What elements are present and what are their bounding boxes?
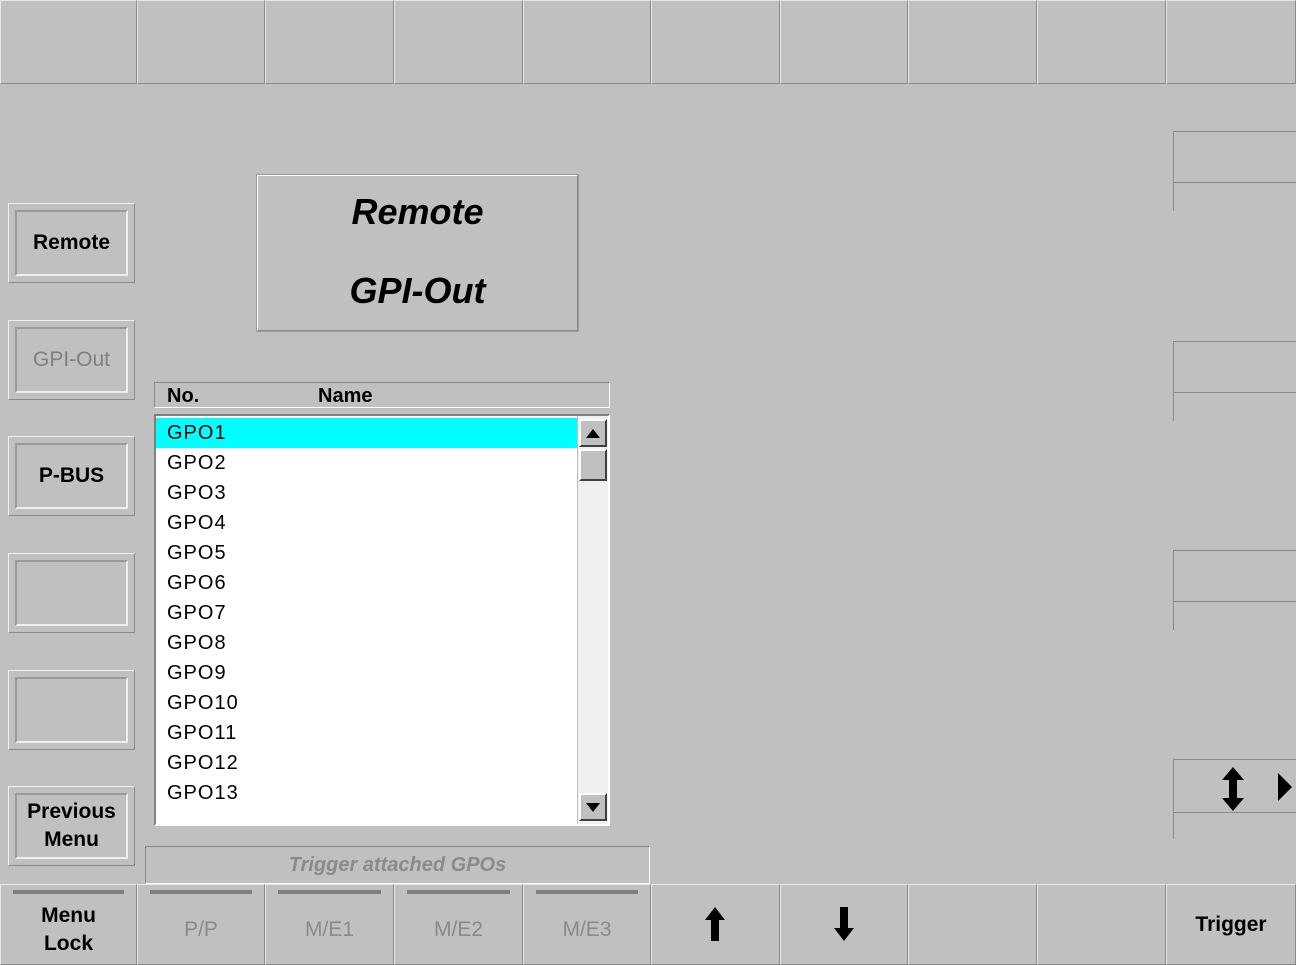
triangle-up-icon — [586, 428, 600, 438]
gpo-list[interactable]: GPO1 GPO2 GPO3 GPO4 GPO5 GPO6 GPO7 GPO8 … — [154, 414, 610, 826]
list-item[interactable]: GPO12 — [156, 748, 580, 778]
list-item[interactable]: GPO7 — [156, 598, 580, 628]
list-item[interactable]: GPO2 — [156, 448, 580, 478]
button-label: M/E1 — [304, 917, 354, 941]
top-button-8[interactable] — [908, 0, 1037, 84]
top-button-5[interactable] — [523, 0, 651, 84]
button-label: M/E3 — [562, 917, 612, 941]
me3-button[interactable]: M/E3 — [523, 884, 651, 965]
side-menu-label — [15, 560, 128, 626]
list-item[interactable]: GPO4 — [156, 508, 580, 538]
list-item[interactable]: GPO8 — [156, 628, 580, 658]
trigger-button[interactable]: Trigger — [1166, 884, 1296, 965]
scroll-thumb[interactable] — [579, 449, 607, 481]
bottom-button-bar: Menu Lock P/P M/E1 M/E2 M/E3 Trigger — [0, 884, 1296, 965]
top-button-3[interactable] — [265, 0, 394, 84]
list-item[interactable]: GPO1 — [156, 418, 580, 448]
button-label: P/P — [184, 917, 218, 941]
page-title-line-2: GPI-Out — [349, 270, 486, 311]
right-control-1[interactable] — [1173, 131, 1296, 211]
arrow-down-icon — [834, 907, 854, 941]
side-menu-label: Previous Menu — [15, 793, 128, 859]
scroll-down-page-button[interactable] — [780, 884, 908, 965]
right-control-2[interactable] — [1173, 341, 1296, 421]
pp-button[interactable]: P/P — [137, 884, 265, 965]
page-title: Remote GPI-Out — [256, 174, 579, 332]
triangle-down-icon — [586, 802, 600, 812]
button-label: M/E2 — [433, 917, 483, 941]
list-item[interactable]: GPO6 — [156, 568, 580, 598]
top-button-2[interactable] — [137, 0, 265, 84]
top-button-4[interactable] — [394, 0, 523, 84]
list-item[interactable]: GPO3 — [156, 478, 580, 508]
side-menu-label — [15, 677, 128, 743]
side-menu-label: Remote — [15, 210, 128, 276]
side-menu-label: P-BUS — [15, 443, 128, 509]
top-button-1[interactable] — [0, 0, 137, 84]
side-menu-empty-1[interactable] — [8, 553, 135, 633]
right-control-4[interactable] — [1173, 759, 1296, 839]
right-control-3[interactable] — [1173, 550, 1296, 630]
side-menu-label: GPI-Out — [15, 327, 128, 393]
up-down-arrow-icon — [1222, 767, 1244, 811]
list-item[interactable]: GPO10 — [156, 688, 580, 718]
list-item[interactable]: GPO11 — [156, 718, 580, 748]
scroll-down-button[interactable] — [579, 793, 607, 821]
column-header-no: No. — [167, 385, 200, 407]
gpo-list-header: No. Name — [154, 382, 610, 408]
scroll-up-button[interactable] — [579, 419, 607, 447]
side-menu-remote[interactable]: Remote — [8, 203, 135, 283]
side-menu-gpi-out[interactable]: GPI-Out — [8, 320, 135, 400]
bottom-button-empty-1[interactable] — [908, 884, 1037, 965]
side-menu-p-bus[interactable]: P-BUS — [8, 436, 135, 516]
top-button-7[interactable] — [780, 0, 908, 84]
button-label: Trigger — [1195, 912, 1267, 936]
side-menu-empty-2[interactable] — [8, 670, 135, 750]
triangle-right-icon — [1278, 773, 1292, 801]
me1-button[interactable]: M/E1 — [265, 884, 394, 965]
button-label: Menu Lock — [41, 903, 96, 955]
list-item[interactable]: GPO5 — [156, 538, 580, 568]
top-button-10[interactable] — [1166, 0, 1296, 84]
top-button-6[interactable] — [651, 0, 780, 84]
me2-button[interactable]: M/E2 — [394, 884, 523, 965]
list-scrollbar[interactable] — [577, 416, 608, 824]
list-item[interactable]: GPO9 — [156, 658, 580, 688]
top-button-9[interactable] — [1037, 0, 1166, 84]
arrow-up-icon — [705, 907, 725, 941]
list-item[interactable]: GPO13 — [156, 778, 580, 808]
bottom-button-empty-2[interactable] — [1037, 884, 1166, 965]
page-title-line-1: Remote — [351, 191, 484, 232]
top-button-bar — [0, 0, 1296, 84]
status-message: Trigger attached GPOs — [145, 846, 650, 884]
scroll-up-page-button[interactable] — [651, 884, 780, 965]
column-header-name: Name — [318, 385, 373, 407]
menu-lock-button[interactable]: Menu Lock — [0, 884, 137, 965]
previous-menu-button[interactable]: Previous Menu — [8, 786, 135, 866]
